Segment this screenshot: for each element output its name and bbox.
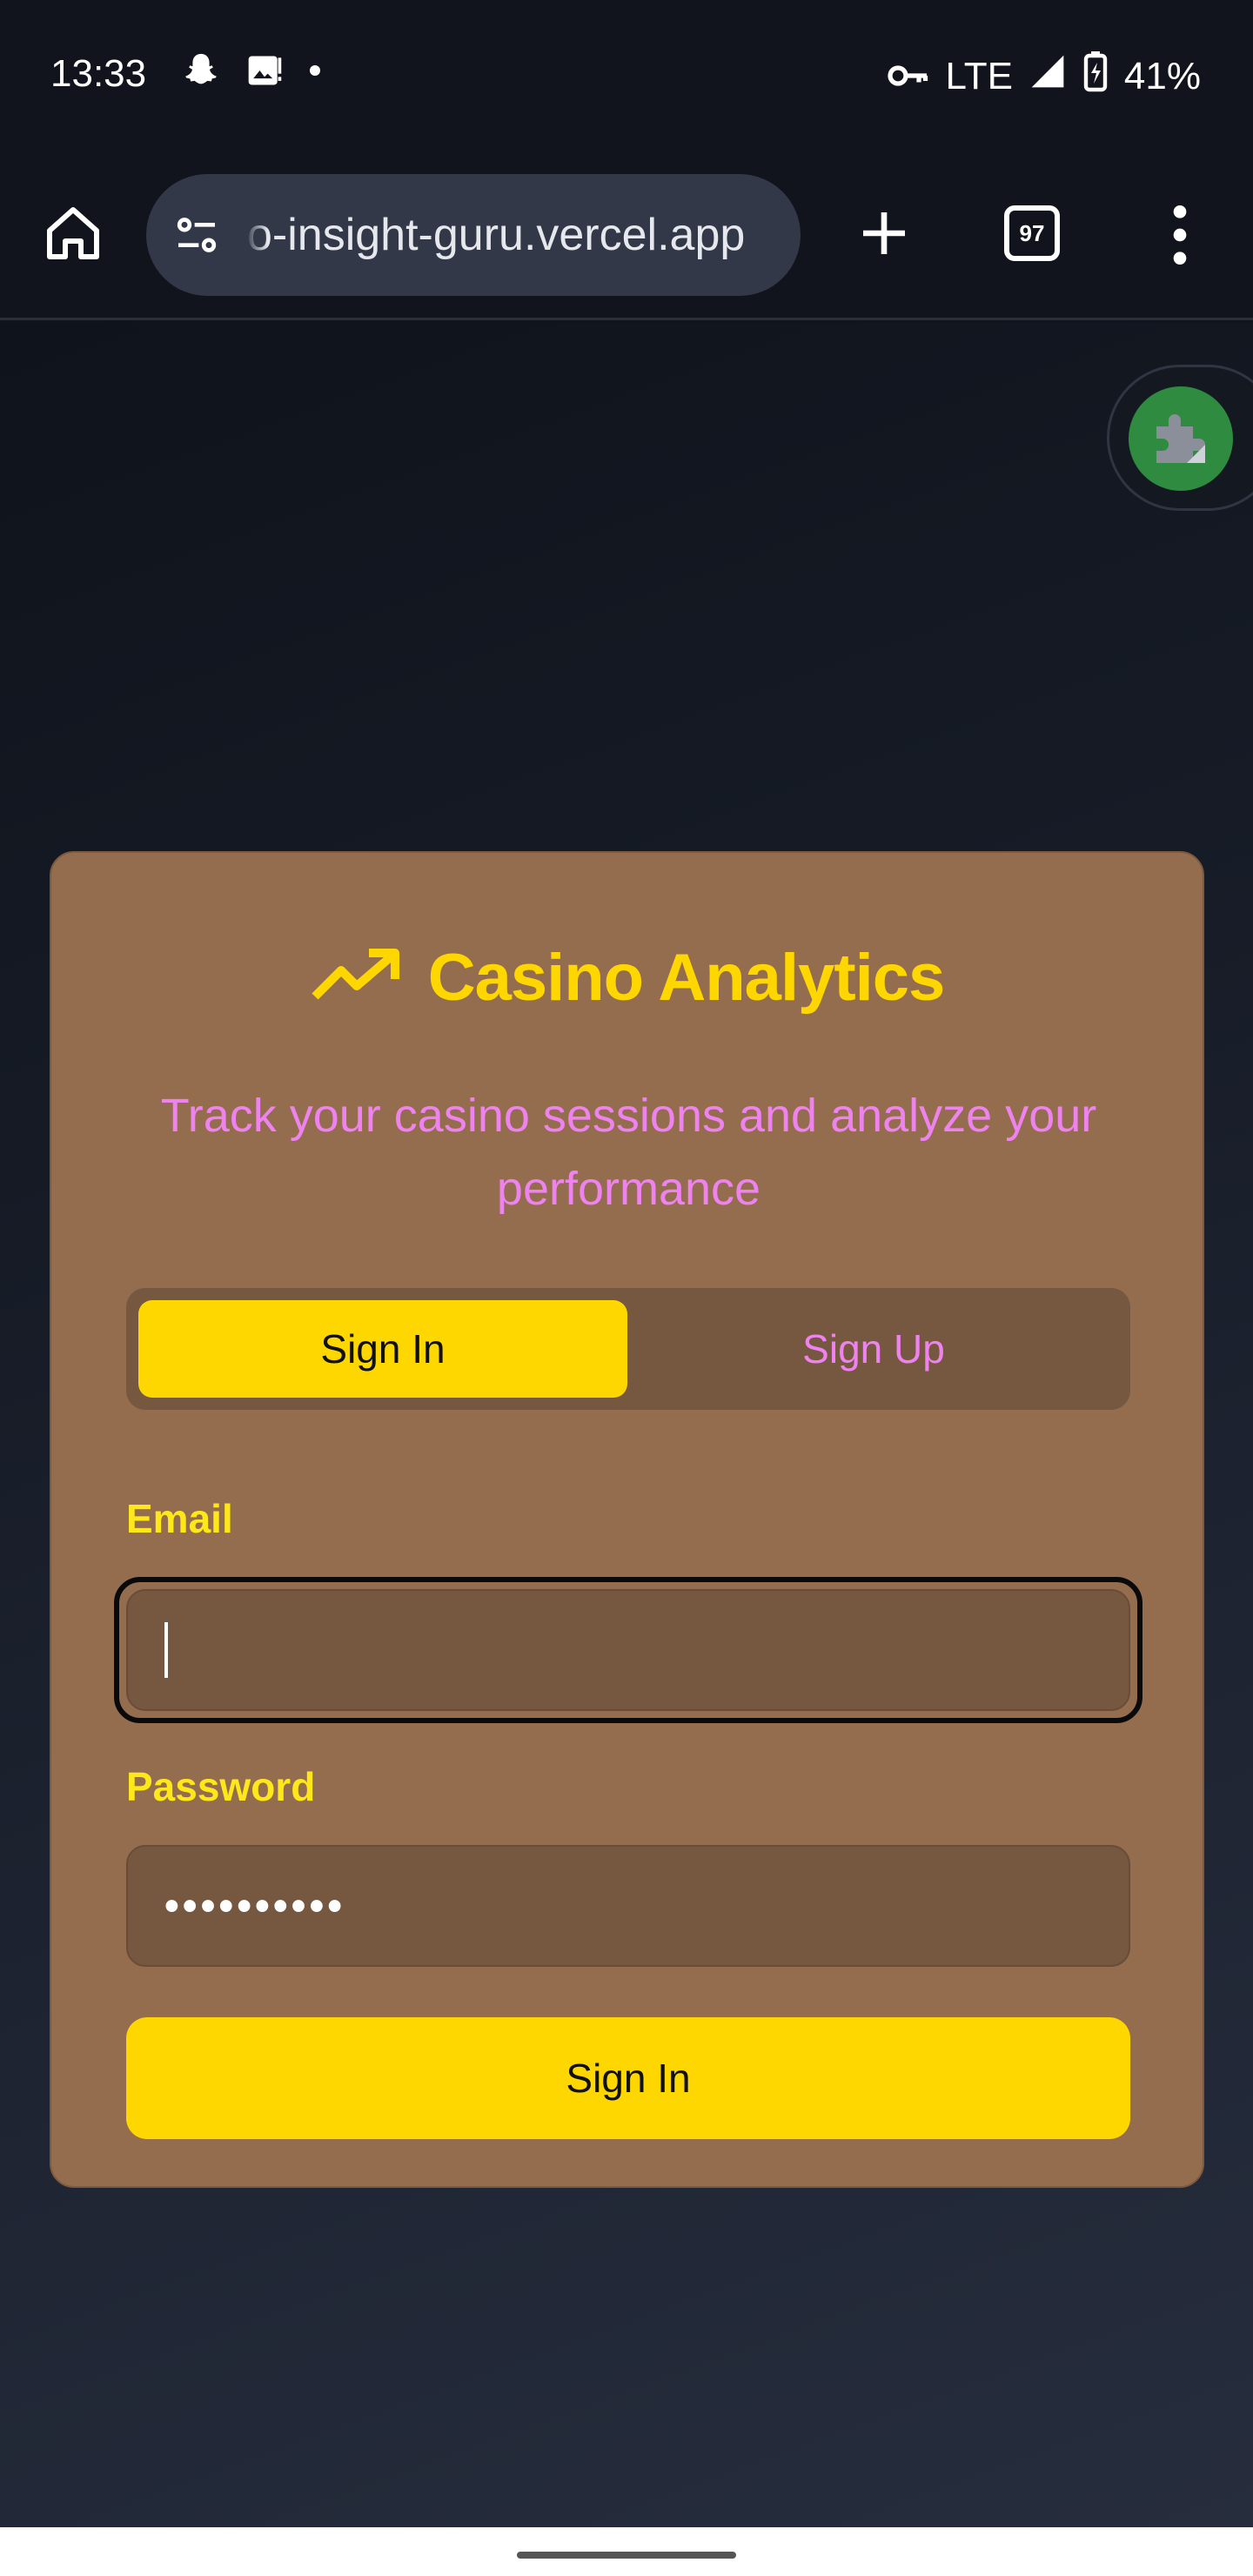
status-bar: 13:33 LTE 41% [0, 0, 1253, 148]
address-bar[interactable]: o-insight-guru.vercel.app [146, 174, 801, 296]
notification-icons [181, 50, 322, 95]
sign-in-button[interactable]: Sign In [126, 2017, 1130, 2139]
tab-switcher-button[interactable]: 97 [1004, 205, 1060, 261]
browser-toolbar: o-insight-guru.vercel.app 97 [0, 148, 1253, 320]
status-time: 13:33 [50, 52, 147, 95]
network-type: LTE [945, 54, 1013, 97]
extension-button[interactable] [1107, 365, 1253, 511]
text-caret [164, 1622, 168, 1678]
card-header: Casino Analytics [51, 940, 1203, 1016]
tab-sign-in[interactable]: Sign In [138, 1300, 627, 1398]
puzzle-icon [1129, 386, 1233, 491]
email-field[interactable] [126, 1589, 1130, 1711]
password-label: Password [126, 1764, 316, 1809]
battery-percent: 41% [1123, 54, 1201, 97]
tab-count: 97 [1019, 219, 1045, 246]
vpn-key-icon [888, 55, 929, 98]
trending-up-icon [310, 948, 400, 1008]
url-value: o-insight-guru.vercel.app [247, 210, 746, 260]
page-content: Casino Analytics Track your casino sessi… [0, 323, 1253, 2527]
app-title: Casino Analytics [427, 941, 946, 1015]
tab-sign-up[interactable]: Sign Up [629, 1300, 1118, 1398]
snapchat-icon [181, 50, 221, 95]
url-text: o-insight-guru.vercel.app [245, 209, 746, 261]
system-status: LTE 41% [888, 50, 1201, 102]
signal-icon [1029, 52, 1067, 100]
dot-icon [308, 64, 322, 82]
battery-charging-icon [1082, 50, 1109, 102]
plus-icon[interactable] [853, 202, 915, 265]
password-value: •••••••••• [164, 1882, 346, 1929]
email-label: Email [126, 1496, 233, 1541]
image-alert-icon [245, 51, 284, 94]
menu-dots-icon[interactable] [1157, 200, 1203, 270]
app-subtitle: Track your casino sessions and analyze y… [160, 1090, 1097, 1215]
navigation-bar [0, 2527, 1253, 2576]
auth-card: Casino Analytics Track your casino sessi… [50, 851, 1204, 2188]
password-field[interactable]: •••••••••• [126, 1845, 1130, 1967]
home-icon[interactable] [42, 202, 104, 265]
tune-icon[interactable] [172, 211, 221, 259]
auth-tabs: Sign In Sign Up [126, 1288, 1130, 1410]
gesture-handle[interactable] [517, 2552, 736, 2559]
